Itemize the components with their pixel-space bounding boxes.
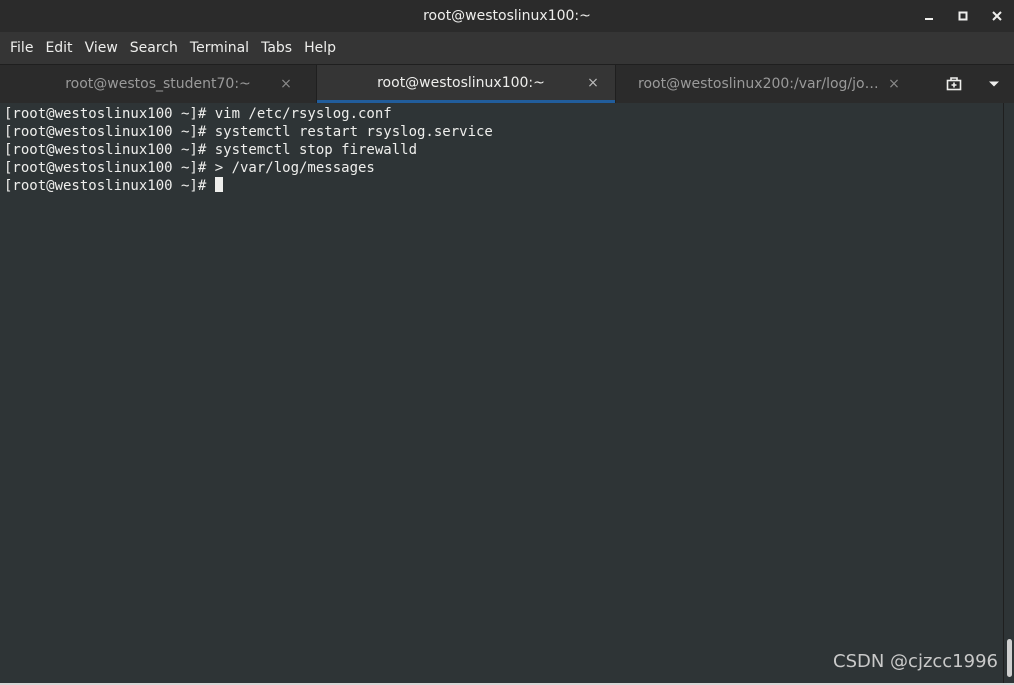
tab-label: root@westoslinux200:/var/log/jour... bbox=[638, 76, 884, 92]
tab-bar: root@westos_student70:~ × root@westoslin… bbox=[0, 64, 1014, 103]
menu-help[interactable]: Help bbox=[298, 32, 342, 64]
terminal-output[interactable]: [root@westoslinux100 ~]# vim /etc/rsyslo… bbox=[0, 103, 1003, 683]
new-tab-button[interactable] bbox=[936, 65, 972, 103]
scroll-thumb[interactable] bbox=[1007, 639, 1012, 677]
terminal-line: [root@westoslinux100 ~]# > /var/log/mess… bbox=[4, 160, 375, 176]
menu-file[interactable]: File bbox=[4, 32, 39, 64]
scrollbar[interactable] bbox=[1003, 103, 1014, 683]
terminal-window: root@westoslinux100:~ File Edit View Sea… bbox=[0, 0, 1014, 685]
chevron-down-icon bbox=[989, 81, 999, 87]
tab-label: root@westos_student70:~ bbox=[65, 76, 251, 92]
minimize-button[interactable] bbox=[912, 0, 946, 32]
terminal-line: [root@westoslinux100 ~]# systemctl resta… bbox=[4, 124, 493, 140]
tab-westoslinux200[interactable]: root@westoslinux200:/var/log/jour... × bbox=[616, 65, 916, 103]
menu-edit[interactable]: Edit bbox=[39, 32, 78, 64]
maximize-icon bbox=[958, 11, 968, 21]
window-controls bbox=[912, 0, 1014, 32]
window-title: root@westoslinux100:~ bbox=[423, 8, 591, 24]
tab-close-button[interactable]: × bbox=[276, 76, 296, 92]
menu-bar: File Edit View Search Terminal Tabs Help bbox=[0, 32, 1014, 64]
text-cursor bbox=[215, 177, 224, 192]
new-tab-icon bbox=[946, 77, 962, 91]
tab-menu-button[interactable] bbox=[976, 65, 1012, 103]
menu-terminal[interactable]: Terminal bbox=[184, 32, 255, 64]
tab-student70[interactable]: root@westos_student70:~ × bbox=[0, 65, 308, 103]
tab-label: root@westoslinux100:~ bbox=[377, 74, 545, 91]
tab-westoslinux100[interactable]: root@westoslinux100:~ × bbox=[317, 65, 615, 103]
terminal-line: [root@westoslinux100 ~]# systemctl stop … bbox=[4, 142, 418, 158]
tab-close-button[interactable]: × bbox=[884, 76, 904, 92]
terminal-line: [root@westoslinux100 ~]# vim /etc/rsyslo… bbox=[4, 106, 392, 122]
close-icon bbox=[992, 11, 1002, 21]
tab-close-button[interactable]: × bbox=[583, 75, 603, 91]
menu-view[interactable]: View bbox=[79, 32, 124, 64]
maximize-button[interactable] bbox=[946, 0, 980, 32]
title-bar[interactable]: root@westoslinux100:~ bbox=[0, 0, 1014, 32]
menu-search[interactable]: Search bbox=[124, 32, 184, 64]
watermark: CSDN @cjzcc1996 bbox=[833, 651, 998, 672]
terminal-prompt-line: [root@westoslinux100 ~]# bbox=[4, 177, 1003, 195]
menu-tabs[interactable]: Tabs bbox=[255, 32, 298, 64]
minimize-icon bbox=[925, 18, 933, 20]
close-button[interactable] bbox=[980, 0, 1014, 32]
terminal-prompt: [root@westoslinux100 ~]# bbox=[4, 178, 207, 194]
